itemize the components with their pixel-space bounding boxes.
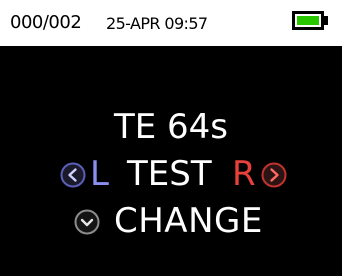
battery-icon	[292, 11, 324, 30]
right-ear-label: R	[232, 154, 256, 194]
change-label: CHANGE	[114, 201, 263, 241]
chevron-down-icon[interactable]	[74, 209, 100, 235]
change-row: CHANGE	[0, 201, 342, 245]
test-label: TEST	[127, 154, 212, 194]
chevron-left-icon[interactable]	[60, 162, 86, 188]
left-ear-label: L	[90, 154, 109, 194]
battery-terminal	[324, 16, 328, 25]
ear-select-row: L TEST R	[0, 154, 342, 198]
test-time-readout: TE 64s	[113, 107, 229, 147]
battery-level-fill	[297, 16, 319, 25]
chevron-right-icon[interactable]	[261, 162, 287, 188]
status-bar: 000/002 25-APR 09:57	[0, 0, 342, 46]
date-time: 25-APR 09:57	[106, 14, 208, 33]
device-screen: 000/002 25-APR 09:57 TE 64s L TEST R CHA…	[0, 0, 342, 276]
record-counter: 000/002	[10, 12, 82, 33]
